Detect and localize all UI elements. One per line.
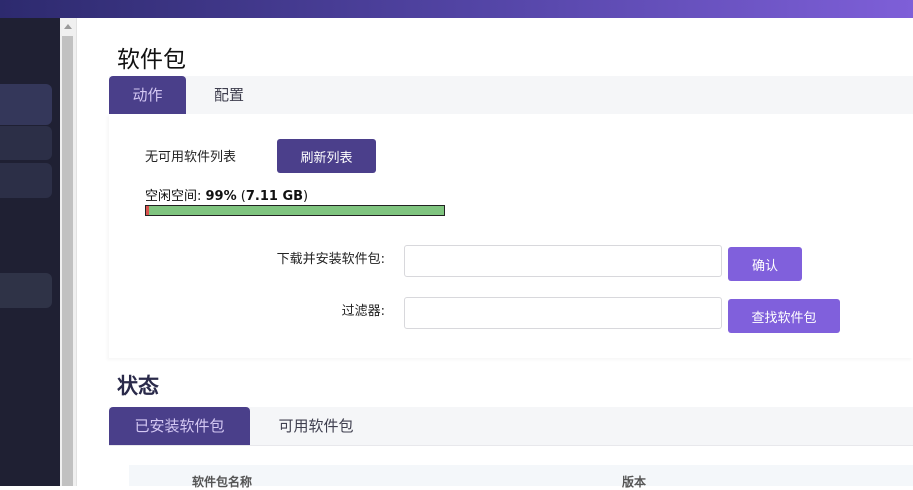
- top-header-bar: [0, 0, 913, 18]
- scroll-thumb[interactable]: [62, 36, 73, 486]
- tab-configuration[interactable]: 配置: [193, 76, 265, 114]
- free-space-label: 空闲空间:: [145, 189, 206, 204]
- scroll-up-arrow-icon[interactable]: [64, 24, 72, 29]
- download-package-label: 下载并安装软件包:: [276, 252, 385, 267]
- free-space-text: 空闲空间: 99% (7.11 GB): [145, 185, 308, 204]
- actions-panel: 无可用软件列表 刷新列表 空闲空间: 99% (7.11 GB) 下载并安装软件…: [109, 114, 913, 358]
- sidebar-item[interactable]: [0, 163, 52, 198]
- disk-usage-bar: [145, 205, 445, 216]
- refresh-list-button[interactable]: 刷新列表: [277, 139, 376, 173]
- sidebar-item[interactable]: [0, 273, 52, 308]
- no-list-message: 无可用软件列表: [145, 150, 237, 165]
- tab-installed-packages[interactable]: 已安装软件包: [109, 407, 250, 445]
- vertical-scrollbar[interactable]: [60, 18, 77, 486]
- free-space-percent: 99%: [205, 189, 237, 204]
- free-space-paren-open: (: [236, 189, 246, 204]
- disk-free-segment: [149, 206, 444, 215]
- status-tab-bar: 已安装软件包 可用软件包: [109, 407, 913, 446]
- tab-actions[interactable]: 动作: [109, 76, 186, 114]
- main-content: 软件包 动作 配置 无可用软件列表 刷新列表 空闲空间: 99% (7.11 G…: [77, 18, 913, 489]
- packages-table-header: 软件包名称 版本: [129, 465, 913, 489]
- column-header-package-name: 软件包名称: [192, 475, 253, 489]
- tab-available-packages[interactable]: 可用软件包: [257, 407, 375, 445]
- actions-tab-bar: 动作 配置: [109, 76, 913, 115]
- sidebar: [0, 18, 60, 486]
- download-package-input[interactable]: [404, 245, 722, 277]
- sidebar-item-active[interactable]: [0, 84, 52, 125]
- sidebar-item[interactable]: [0, 126, 52, 160]
- filter-input[interactable]: [404, 297, 722, 329]
- column-header-version: 版本: [622, 475, 647, 489]
- find-package-button[interactable]: 查找软件包: [728, 299, 840, 333]
- page-title: 软件包: [117, 47, 186, 73]
- confirm-button[interactable]: 确认: [728, 247, 802, 281]
- status-section-title: 状态: [117, 374, 159, 398]
- free-space-size: 7.11 GB: [245, 189, 304, 204]
- free-space-paren-close: ): [303, 189, 309, 204]
- filter-label: 过滤器:: [341, 304, 385, 319]
